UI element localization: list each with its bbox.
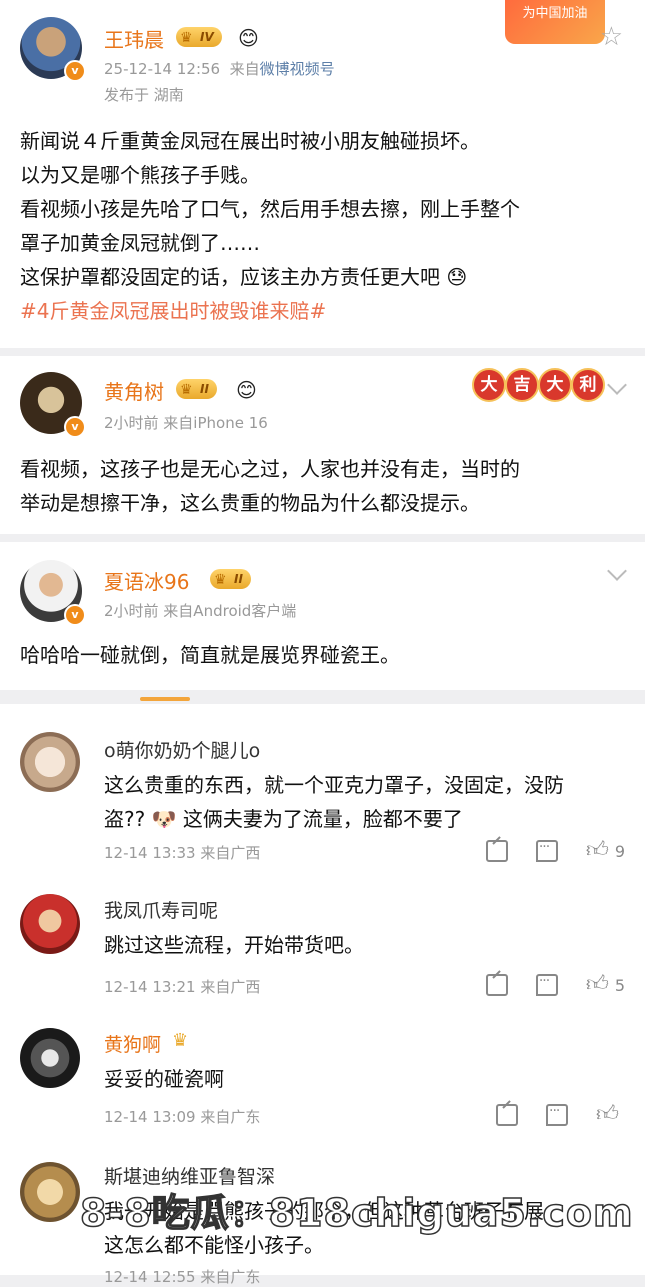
comment-card: v 黄角树 ♛ II 😊 大 吉 大 利 2小时前 来自iPhone 16 看视频… xyxy=(0,356,645,534)
like-button[interactable]: 👍︎ 5 xyxy=(585,972,625,997)
comment-card: v 夏语冰96 ♛ II 2小时前 来自Android客户端 哈哈哈一碰就倒，简直… xyxy=(0,542,645,690)
reply-line: 盗?? 🐶 这俩夫妻为了流量，脸都不要了 xyxy=(104,807,463,831)
reply-body: 跳过这些流程，开始带货吧。 xyxy=(104,928,364,962)
post-meta: 25-12-14 12:56 来自微博视频号 xyxy=(104,60,335,78)
fortune-badge: 大 xyxy=(538,368,572,402)
level-badge: ♛ IV xyxy=(176,27,222,47)
crown-icon: ♛ xyxy=(214,572,227,588)
post-line: 这保护罩都没固定的话，应该主办方责任更大吧 😓 xyxy=(20,265,468,289)
comment-icon[interactable] xyxy=(546,1103,568,1126)
reply-line: 跳过这些流程，开始带货吧。 xyxy=(104,933,364,957)
verified-badge-icon: v xyxy=(64,60,86,82)
post-line: 罩子加黄金凤冠就倒了…… xyxy=(20,231,260,255)
emoji-icon: 😊 xyxy=(238,26,259,50)
list-item: o萌你奶奶个腿儿o 这么贵重的东西，就一个亚克力罩子，没固定，没防 盗?? 🐶 … xyxy=(0,704,645,870)
comment-line: 看视频，这孩子也是无心之过，人家也并没有走，当时的 xyxy=(20,457,520,481)
comment-line: 哈哈哈一碰就倒，简直就是展览界碰瓷王。 xyxy=(20,643,400,667)
reply-line: 妥妥的碰瓷啊 xyxy=(104,1067,224,1091)
fortune-badge: 大 xyxy=(472,368,506,402)
fortune-badge: 利 xyxy=(571,368,605,402)
like-button[interactable]: 👍︎ 9 xyxy=(585,838,625,863)
verified-badge-icon: v xyxy=(64,416,86,438)
list-item: 我凤爪寿司呢 跳过这些流程，开始带货吧。 12-14 13:21 来自广西 👍︎… xyxy=(0,870,645,1000)
emoji-icon: 😊 xyxy=(236,378,257,402)
fortune-badge: 吉 xyxy=(505,368,539,402)
thumbs-up-icon: 👍︎ xyxy=(585,838,609,863)
reply-username[interactable]: o萌你奶奶个腿儿o xyxy=(104,736,260,763)
post-line: 以为又是哪个熊孩子手贱。 xyxy=(20,163,260,187)
crown-icon: ♛ xyxy=(172,1030,189,1051)
share-icon[interactable] xyxy=(485,840,508,862)
avatar[interactable] xyxy=(20,732,80,792)
post-username[interactable]: 王玮晨 xyxy=(104,24,164,53)
reply-username[interactable]: 黄狗啊 xyxy=(104,1030,161,1057)
like-count: 5 xyxy=(614,975,625,995)
share-icon[interactable] xyxy=(485,974,508,996)
thumbs-up-icon: 👍︎ xyxy=(596,1102,619,1127)
comment-meta: 2小时前 来自iPhone 16 xyxy=(104,414,268,432)
list-item: 黄狗啊 ♛ 妥妥的碰瓷啊 12-14 13:09 来自广东 👍︎ xyxy=(0,1000,645,1136)
post-card: v 王玮晨 ♛ IV 😊 为中国加油 ☆ 25-12-14 12:56 来自微博视… xyxy=(0,0,645,348)
crown-icon: ♛ xyxy=(180,30,193,46)
crown-icon: ♛ xyxy=(180,382,193,398)
like-count: 9 xyxy=(614,841,625,861)
level-badge: ♛ II xyxy=(210,569,251,589)
reply-meta: 12-14 13:21 来自广西 xyxy=(104,978,261,996)
sweat-emoji-icon: 😓 xyxy=(446,265,468,289)
reply-actions: 👍︎5 xyxy=(485,972,625,997)
avatar[interactable] xyxy=(20,1162,80,1222)
thumbs-up-icon: 👍︎ xyxy=(585,972,609,997)
reply-meta: 12-14 13:33 来自广西 xyxy=(104,844,261,862)
post-line: 新闻说４斤重黄金凤冠在展出时被小朋友触碰损坏。 xyxy=(20,129,480,153)
star-icon[interactable]: ☆ xyxy=(600,22,623,52)
avatar[interactable] xyxy=(20,1028,80,1088)
source-link[interactable]: 微博视频号 xyxy=(260,60,335,78)
reply-actions: 👍︎9 xyxy=(485,838,625,863)
comment-meta: 2小时前 来自Android客户端 xyxy=(104,602,297,620)
hashtag-link[interactable]: #4斤黄金凤冠展出时被毁谁来赔# xyxy=(20,294,520,328)
reply-actions: 👍︎ xyxy=(496,1102,625,1127)
comment-icon[interactable] xyxy=(535,839,558,862)
watermark: 8-8吃瓜：818chigua5.com xyxy=(79,1190,634,1236)
comment-line: 举动是想擦干净，这么贵重的物品为什么都没提示。 xyxy=(20,491,480,515)
verified-badge-icon: v xyxy=(64,604,86,626)
reply-body: 这么贵重的东西，就一个亚克力罩子，没固定，没防 盗?? 🐶 这俩夫妻为了流量，脸… xyxy=(104,768,564,836)
avatar[interactable] xyxy=(20,894,80,954)
chevron-down-icon[interactable] xyxy=(607,375,627,395)
level-badge: ♛ II xyxy=(176,379,217,399)
reply-meta: 12-14 13:09 来自广东 xyxy=(104,1108,261,1126)
comment-username[interactable]: 夏语冰96 xyxy=(104,566,189,595)
post-line: 看视频小孩是先哈了口气，然后用手想去擦，刚上手整个 xyxy=(20,197,520,221)
reply-line: 这么贵重的东西，就一个亚克力罩子，没固定，没防 xyxy=(104,773,564,797)
post-location: 发布于 湖南 xyxy=(104,86,184,104)
section-indicator xyxy=(140,697,190,701)
comment-body: 看视频，这孩子也是无心之过，人家也并没有走，当时的 举动是想擦干净，这么贵重的物… xyxy=(20,452,520,520)
chevron-down-icon[interactable] xyxy=(607,561,627,581)
reply-body: 妥妥的碰瓷啊 xyxy=(104,1062,224,1096)
reply-meta: 12-14 12:55 来自广东 xyxy=(104,1268,261,1286)
like-button[interactable]: 👍︎ xyxy=(596,1102,625,1127)
reply-username[interactable]: 我凤爪寿司呢 xyxy=(104,896,218,923)
comment-icon[interactable] xyxy=(535,973,558,996)
post-body: 新闻说４斤重黄金凤冠在展出时被小朋友触碰损坏。 以为又是哪个熊孩子手贱。 看视频… xyxy=(20,124,520,328)
comment-username[interactable]: 黄角树 xyxy=(104,376,164,405)
comment-body: 哈哈哈一碰就倒，简直就是展览界碰瓷王。 xyxy=(20,638,400,672)
share-icon[interactable] xyxy=(496,1104,518,1126)
promo-banner[interactable]: 为中国加油 xyxy=(505,0,605,44)
